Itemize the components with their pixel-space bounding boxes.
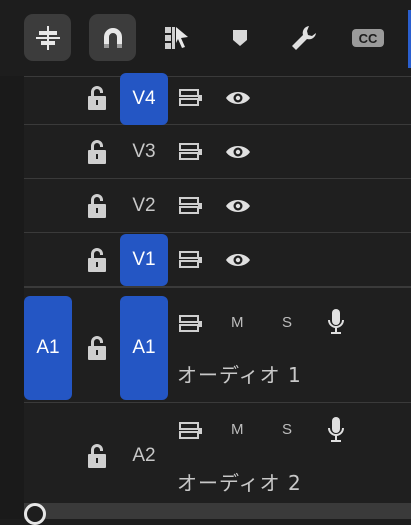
linked-selection-button[interactable] (153, 14, 200, 61)
track-target-v2[interactable]: V2 (120, 180, 168, 232)
track-lock-icon[interactable] (86, 443, 108, 469)
timeline-settings-button[interactable] (280, 14, 327, 61)
eye-icon[interactable] (225, 251, 251, 269)
track-row-v4[interactable] (24, 76, 411, 124)
audio-track-name-2: オーディオ 2 (177, 471, 302, 495)
wrench-settings-icon (291, 25, 316, 50)
mute-button[interactable]: M (231, 421, 244, 438)
sync-lock-icon[interactable] (179, 197, 203, 215)
captions-button[interactable]: CC (344, 14, 391, 61)
track-header-gutter (0, 0, 24, 519)
solo-button[interactable]: S (282, 314, 292, 331)
audio-track-name-1: オーディオ 1 (177, 363, 302, 387)
eye-icon[interactable] (225, 89, 251, 107)
track-target-a1[interactable]: A1 (120, 296, 168, 400)
source-patch-a1[interactable]: A1 (24, 296, 72, 400)
solo-button[interactable]: S (282, 421, 292, 438)
track-lock-icon[interactable] (86, 139, 108, 165)
sync-lock-icon[interactable] (179, 251, 203, 269)
track-row-v1[interactable] (24, 232, 411, 286)
eye-icon[interactable] (225, 143, 251, 161)
add-marker-icon (232, 29, 247, 46)
track-target-v1[interactable]: V1 (120, 234, 168, 286)
snap-magnet-icon (103, 27, 122, 48)
sync-lock-icon[interactable] (179, 422, 203, 440)
snap-button[interactable] (89, 14, 136, 61)
sync-lock-icon[interactable] (179, 315, 203, 333)
sync-lock-icon[interactable] (179, 143, 203, 161)
zoom-scrollbar[interactable] (24, 503, 411, 519)
track-lock-icon[interactable] (86, 85, 108, 111)
add-marker-button[interactable] (216, 14, 263, 61)
microphone-icon[interactable] (327, 308, 345, 336)
mute-button[interactable]: M (231, 314, 244, 331)
eye-icon[interactable] (225, 197, 251, 215)
track-target-a2[interactable]: A2 (120, 430, 168, 482)
timeline-toolbar: CC (0, 0, 411, 76)
captions-label: CC (358, 31, 377, 46)
insert-overwrite-button[interactable] (24, 14, 71, 61)
microphone-icon[interactable] (327, 416, 345, 444)
track-target-v3[interactable]: V3 (120, 126, 168, 178)
captions-icon: CC (351, 28, 384, 47)
track-target-v4[interactable]: V4 (120, 73, 168, 125)
track-lock-icon[interactable] (86, 335, 108, 361)
sync-lock-icon[interactable] (179, 89, 203, 107)
track-lock-icon[interactable] (86, 247, 108, 273)
linked-selection-icon (164, 26, 188, 49)
insert-overwrite-icon (35, 25, 60, 50)
track-lock-icon[interactable] (86, 193, 108, 219)
track-row-v2[interactable] (24, 178, 411, 232)
track-row-v3[interactable] (24, 124, 411, 178)
zoom-scrollbar-handle[interactable] (24, 503, 46, 525)
